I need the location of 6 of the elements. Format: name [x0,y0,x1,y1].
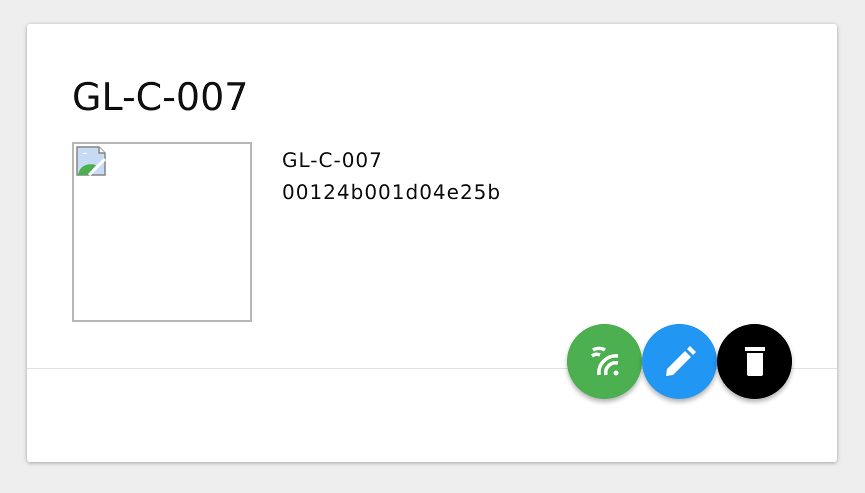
device-name: GL-C-007 [282,147,384,174]
signal-button[interactable] [567,324,642,399]
broken-image-icon [76,146,106,176]
device-title: GL-C-007 [72,74,250,120]
device-address: 00124b001d04e25b [282,179,502,206]
delete-button[interactable] [717,324,792,399]
